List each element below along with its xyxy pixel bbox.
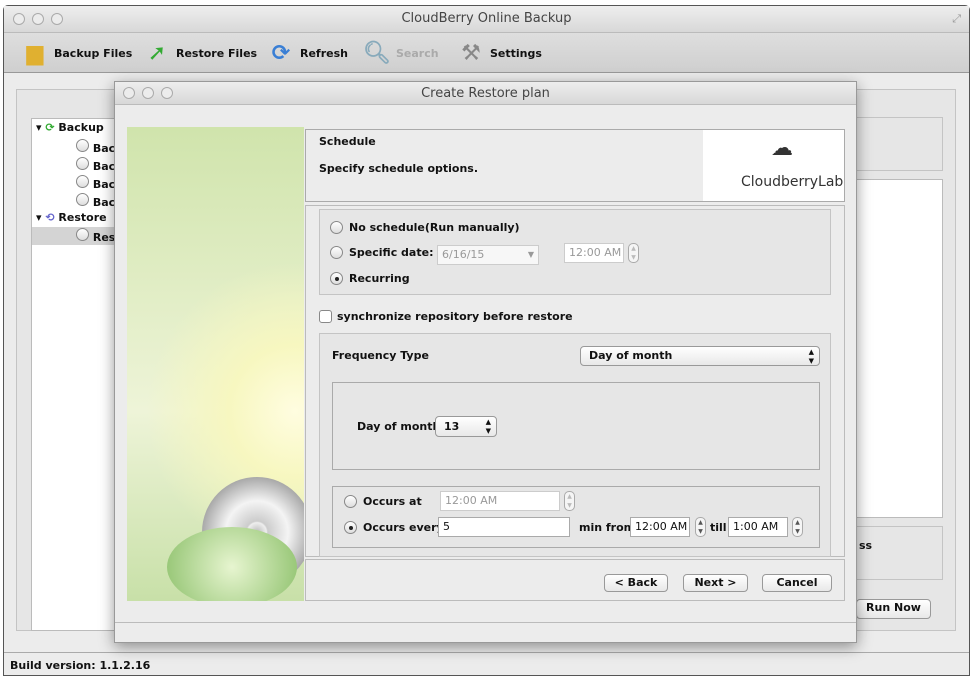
specific-time-field[interactable]: 12:00 AM	[564, 243, 624, 263]
toolbar: ▆ Backup Files ➚ Restore Files ⟳ Refresh 🔍︎…	[4, 33, 969, 73]
from-time-stepper[interactable]: ▲ ▼	[695, 517, 706, 537]
dialog-footer-divider	[115, 622, 856, 623]
dialog-minimize-button[interactable]	[142, 87, 154, 99]
run-now-button[interactable]: Run Now	[856, 599, 931, 619]
occurs-box: Occurs at 12:00 AM ▲ ▼ Occurs every 5 min…	[332, 486, 820, 548]
refresh-button[interactable]: ⟳ Refresh	[266, 37, 348, 69]
restore-files-button[interactable]: ➚ Restore Files	[142, 37, 257, 69]
info-panel	[856, 117, 943, 171]
green-arrow-icon: ➚	[147, 40, 167, 66]
wizard-button-bar: < Back Next > Cancel	[305, 559, 845, 601]
folder-icon: ▆	[26, 40, 44, 66]
occurs-at-radio[interactable]: Occurs at	[344, 495, 422, 508]
tree-group-restore[interactable]: ▾ ⟲ Restore	[36, 211, 107, 224]
cloudberrylab-logo: ☁ CloudberryLab	[703, 130, 844, 201]
dialog-titlebar: Create Restore plan	[115, 82, 856, 105]
recurring-radio[interactable]: Recurring	[330, 272, 410, 285]
settings-button[interactable]: ⚒ Settings	[456, 37, 542, 69]
dialog-zoom-button[interactable]	[161, 87, 173, 99]
occurs-every-radio[interactable]: Occurs every	[344, 521, 444, 534]
details-panel	[856, 179, 943, 518]
tree-item[interactable]: Bac	[76, 139, 115, 155]
backup-files-button[interactable]: ▆ Backup Files	[20, 37, 133, 69]
zoom-button[interactable]	[51, 13, 63, 25]
tree-item[interactable]: Bac	[76, 193, 115, 209]
day-of-month-label: Day of month	[357, 420, 441, 433]
refresh-icon: ⟳	[271, 40, 291, 66]
main-titlebar: CloudBerry Online Backup	[4, 6, 969, 33]
close-button[interactable]	[13, 13, 25, 25]
fullscreen-icon[interactable]: ⤢	[952, 12, 961, 26]
search-button[interactable]: 🔍︎ Search	[362, 37, 439, 69]
occurs-at-stepper[interactable]: ▲ ▼	[564, 491, 575, 511]
min-from-label: min from	[579, 521, 636, 534]
wizard-header: Schedule Specify schedule options. ☁ Clo…	[305, 129, 845, 202]
minimize-button[interactable]	[32, 13, 44, 25]
magnifier-icon: 🔍︎	[363, 40, 391, 66]
date-picker[interactable]: 6/16/15 ▼	[437, 245, 539, 265]
till-time-field[interactable]: 1:00 AM	[728, 517, 788, 537]
dialog-close-button[interactable]	[123, 87, 135, 99]
sync-repository-checkbox[interactable]: synchronize repository before restore	[319, 310, 573, 323]
cloud-decoration	[167, 527, 297, 601]
wizard-body: No schedule(Run manually) Specific date:…	[305, 205, 845, 557]
tools-icon: ⚒	[461, 40, 481, 66]
main-title: CloudBerry Online Backup	[401, 11, 572, 26]
tree-group-backup[interactable]: ▾ ⟳ Backup	[36, 121, 104, 134]
status-bar: Build version: 1.1.2.16	[4, 652, 969, 676]
schedule-group: No schedule(Run manually) Specific date:…	[319, 209, 831, 295]
tree-item[interactable]: Bac	[76, 175, 115, 191]
wizard-banner-image	[127, 127, 304, 601]
occurs-every-field[interactable]: 5	[438, 517, 570, 537]
specific-time-stepper[interactable]: ▲ ▼	[628, 243, 639, 263]
frequency-type-select[interactable]: Day of month ▲ ▼	[580, 346, 820, 366]
day-of-month-spinner[interactable]: 13 ▲ ▼	[435, 416, 497, 437]
day-of-month-box: Day of month 13 ▲ ▼	[332, 382, 820, 470]
frequency-type-label: Frequency Type	[332, 349, 429, 362]
specific-date-radio[interactable]: Specific date:	[330, 246, 433, 259]
tree-item[interactable]: Bac	[76, 157, 115, 173]
create-restore-plan-dialog: Create Restore plan Schedule Specify sch…	[114, 81, 857, 643]
header-title: Schedule	[319, 135, 376, 148]
till-time-stepper[interactable]: ▲ ▼	[792, 517, 803, 537]
next-button[interactable]: Next >	[683, 574, 748, 592]
no-schedule-radio[interactable]: No schedule(Run manually)	[330, 221, 520, 234]
from-time-field[interactable]: 12:00 AM	[630, 517, 690, 537]
occurs-at-field[interactable]: 12:00 AM	[440, 491, 560, 511]
header-subtitle: Specify schedule options.	[319, 162, 479, 175]
cloud-logo-icon: ☁	[771, 136, 793, 161]
frequency-group: Frequency Type Day of month ▲ ▼ Day of mon…	[319, 333, 831, 557]
cancel-button[interactable]: Cancel	[762, 574, 832, 592]
till-label: till	[710, 521, 727, 534]
progress-panel: ss	[856, 526, 943, 580]
back-button[interactable]: < Back	[604, 574, 668, 592]
